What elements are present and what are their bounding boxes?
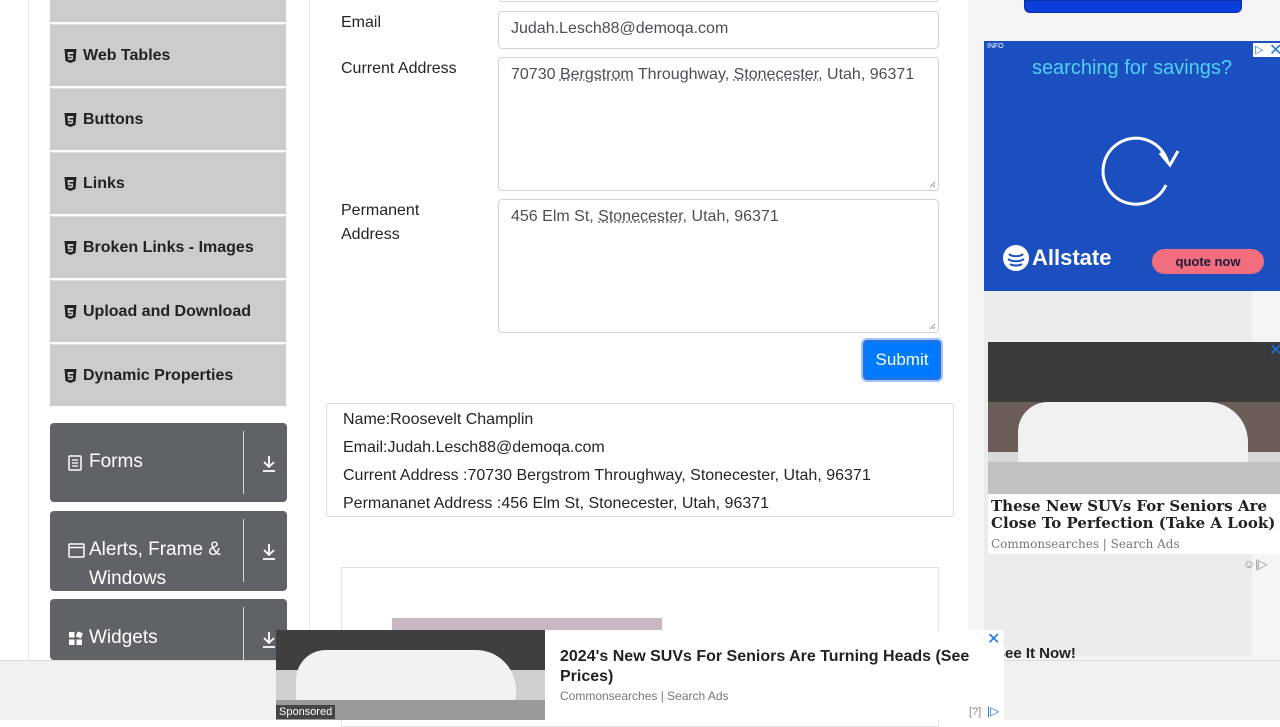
ad-headline: searching for savings? (984, 56, 1280, 81)
download-icon[interactable] (261, 631, 277, 649)
permanent-address-label: Permanent Address (341, 199, 461, 247)
email-value: Judah.Lesch88@demoqa.com (511, 20, 728, 37)
divider (243, 431, 244, 494)
ad-help[interactable]: [?] (969, 706, 981, 718)
sidebar-item-label: Upload and Download (83, 303, 251, 321)
group-widgets[interactable]: Widgets (50, 599, 287, 660)
group-alerts-frame-windows[interactable]: Alerts, Frame & Windows (50, 511, 287, 591)
adchoices-box[interactable]: ▷ ✕ (1253, 43, 1280, 57)
sidebar-item-label: Links (83, 175, 125, 193)
permanent-address-textarea[interactable]: 456 Elm St, Stonecester, Utah, 96371 (498, 199, 939, 333)
html5-icon (64, 305, 77, 319)
full-name-field[interactable] (498, 0, 939, 2)
sidebar-item-upload-download[interactable]: Upload and Download (50, 280, 286, 342)
sidebar-item-dynamic-properties[interactable]: Dynamic Properties (50, 344, 286, 406)
ad-source: Commonsearches | Search Ads (991, 537, 1180, 551)
group-label: Widgets (89, 623, 158, 652)
allstate-logo-icon (1002, 244, 1030, 272)
group-label: Forms (89, 447, 143, 476)
sidebar-item-broken-links[interactable]: Broken Links - Images (50, 216, 286, 278)
address-text: 70730 (511, 66, 560, 83)
group-label: Alerts, Frame & Windows (89, 535, 239, 593)
ad-brand: Allstate (1032, 245, 1111, 271)
output-current-address: Current Address :70730 Bergstrom Through… (343, 462, 937, 490)
html5-icon (64, 241, 77, 255)
html5-icon (64, 113, 77, 127)
download-icon[interactable] (261, 543, 277, 561)
close-icon[interactable]: ✕ (987, 629, 1000, 649)
adchoices-icon[interactable]: ▷ (1255, 43, 1263, 56)
widgets-icon (68, 631, 83, 646)
divider (243, 607, 244, 660)
html5-icon (64, 177, 77, 191)
resize-handle-icon[interactable] (929, 323, 936, 330)
ad-cta[interactable]: See It Now! (995, 645, 1076, 662)
sidebar-item-label: Web Tables (83, 47, 170, 65)
sponsored-label: Sponsored (276, 705, 335, 719)
sidebar-item-previous[interactable] (50, 0, 286, 22)
resize-handle-icon[interactable] (929, 181, 936, 188)
quote-button[interactable]: quote now (1152, 249, 1264, 274)
submit-button[interactable]: Submit (863, 340, 941, 380)
adchoices-icon[interactable]: |▷ (987, 704, 999, 718)
address-text: Stonecester (734, 66, 819, 83)
ad-button[interactable] (1024, 0, 1242, 13)
sidebar-item-label: Buttons (83, 111, 143, 129)
document-icon (68, 455, 82, 471)
html5-icon (64, 49, 77, 63)
ad-title[interactable]: 2024's New SUVs For Seniors Are Turning … (560, 647, 990, 687)
sidebar-item-label: Broken Links - Images (83, 239, 254, 257)
close-icon[interactable]: ✕ (1269, 40, 1280, 60)
email-field[interactable]: Judah.Lesch88@demoqa.com (498, 11, 939, 49)
output-permanent-address: Permananet Address :456 Elm St, Stoneces… (343, 490, 937, 518)
adchoices-icon[interactable]: ☺|▷ (1243, 557, 1268, 571)
address-text: Stonecester (598, 208, 683, 225)
email-label: Email (341, 11, 381, 35)
html5-icon (64, 369, 77, 383)
current-address-label: Current Address (341, 57, 457, 81)
output-panel: Name:Roosevelt Champlin Email:Judah.Lesc… (326, 403, 954, 517)
divider (243, 519, 244, 582)
download-icon[interactable] (261, 455, 277, 473)
refresh-icon (1088, 123, 1184, 219)
suv-image (988, 342, 1280, 494)
sidebar-item-label: Dynamic Properties (83, 367, 233, 385)
close-icon[interactable]: ✕ (1269, 340, 1280, 360)
output-name: Name:Roosevelt Champlin (343, 406, 937, 434)
address-text: 456 Elm St, (511, 208, 598, 225)
sidebar-item-links[interactable]: Links (50, 152, 286, 214)
ad-info-label: INFO (987, 43, 1004, 50)
address-text: Bergstrom (560, 66, 634, 83)
address-text: , Utah, 96371 (818, 66, 914, 83)
output-email: Email:Judah.Lesch88@demoqa.com (343, 434, 937, 462)
group-forms[interactable]: Forms (50, 423, 287, 502)
sidebar-item-web-tables[interactable]: Web Tables (50, 24, 286, 86)
ad-title[interactable]: These New SUVs For Seniors Are Close To … (991, 498, 1277, 532)
ad-source: Commonsearches | Search Ads (560, 689, 729, 703)
address-text: , Utah, 96371 (683, 208, 779, 225)
address-text: Throughway, (634, 66, 734, 83)
sidebar-item-buttons[interactable]: Buttons (50, 88, 286, 150)
window-icon (68, 543, 85, 558)
current-address-textarea[interactable]: 70730 Bergstrom Throughway, Stonecester,… (498, 57, 939, 191)
